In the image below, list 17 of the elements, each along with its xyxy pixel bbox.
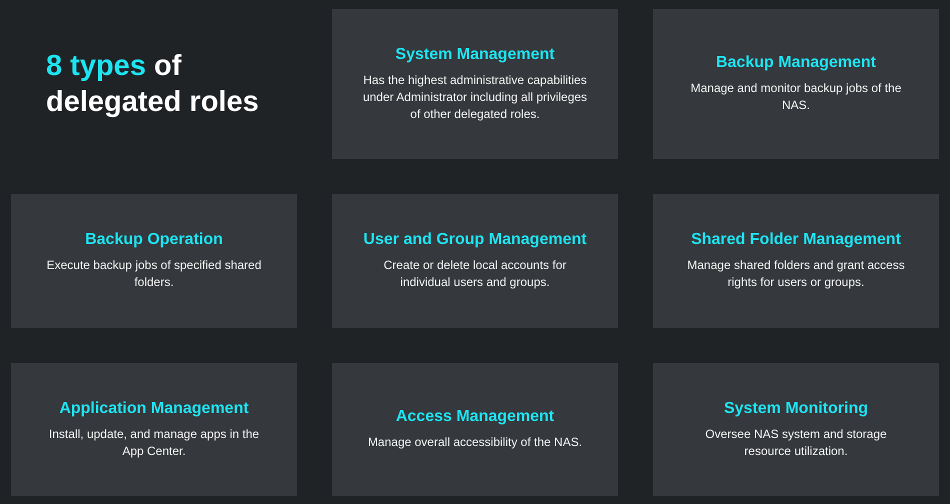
- role-description: Create or delete local accounts for individual users and groups.: [382, 257, 568, 291]
- role-description: Oversee NAS system and storage resource utilization.: [704, 426, 888, 460]
- role-description: Install, update, and manage apps in the App Center.: [48, 426, 260, 460]
- role-title: System Management: [395, 46, 555, 64]
- role-title: Backup Management: [716, 54, 876, 72]
- role-title: Access Management: [396, 408, 554, 426]
- section-heading: 8 types of delegated roles: [46, 49, 260, 120]
- role-description: Manage and monitor backup jobs of the NAS.: [690, 80, 902, 114]
- role-title: Application Management: [59, 400, 249, 418]
- role-title: Backup Operation: [85, 231, 223, 249]
- role-title: Shared Folder Management: [691, 231, 901, 249]
- role-description: Execute backup jobs of specified shared folders.: [46, 257, 262, 291]
- role-title: System Monitoring: [724, 400, 868, 418]
- role-title: User and Group Management: [363, 231, 587, 249]
- role-description: Has the highest administrative capabilities under Administrator including all privileges of other delegated roles.: [362, 72, 588, 122]
- role-description: Manage shared folders and grant access rights for users or groups.: [686, 257, 906, 291]
- role-description: Manage overall accessibility of the NAS.: [368, 434, 582, 451]
